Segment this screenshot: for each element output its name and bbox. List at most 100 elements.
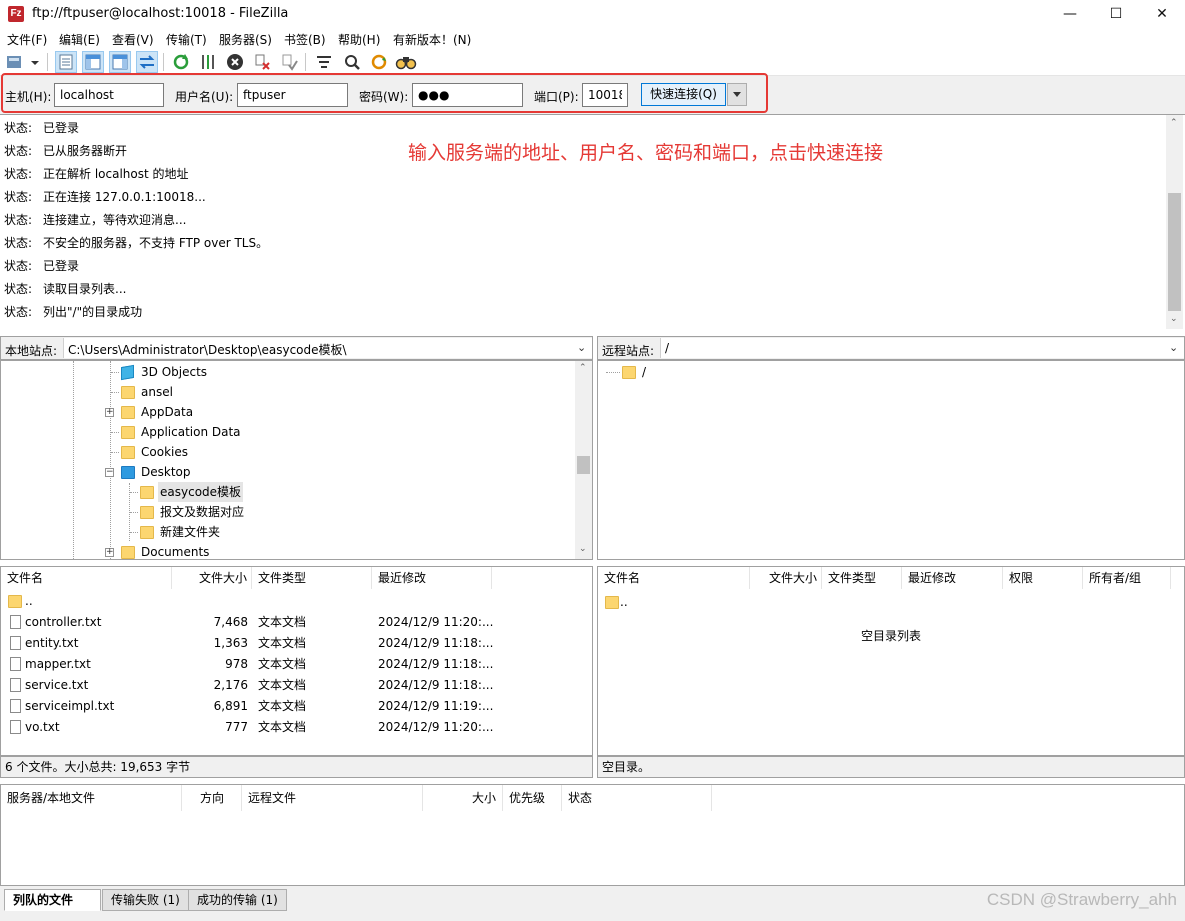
menu-transfer[interactable]: 传输(T) [166, 31, 207, 48]
filezilla-logo-icon: Fz [8, 6, 24, 22]
process-queue-icon[interactable] [197, 51, 219, 73]
text-file-icon [10, 678, 21, 692]
text-file-icon [10, 636, 21, 650]
remote-column-size[interactable]: 文件大小 [750, 567, 822, 589]
tree-node-3d-objects[interactable]: 3D Objects [111, 362, 311, 382]
local-file-row[interactable]: entity.txt 1,363 文本文档 2024/12/9 11:18:... [1, 633, 592, 654]
folder-icon [140, 526, 154, 539]
refresh-icon[interactable] [170, 51, 192, 73]
toggle-remote-tree-icon[interactable] [109, 51, 131, 73]
queue-column-server-local[interactable]: 服务器/本地文件 [1, 785, 182, 811]
tree-node-ansel[interactable]: ansel [111, 382, 311, 402]
local-tree-scrollbar[interactable]: ⌃ ⌄ [575, 361, 592, 559]
log-line: 状态: 已从服务器断开 [4, 142, 127, 159]
remote-column-modified[interactable]: 最近修改 [902, 567, 1003, 589]
log-scrollbar-thumb[interactable] [1168, 193, 1181, 311]
close-icon[interactable]: ✕ [1139, 0, 1185, 28]
log-line-message: 正在解析 localhost 的地址 [43, 167, 189, 181]
file-type: 文本文档 [258, 720, 307, 734]
local-column-modified[interactable]: 最近修改 [372, 567, 492, 589]
remote-path-input[interactable]: / [660, 338, 1184, 358]
menu-help[interactable]: 帮助(H) [338, 31, 380, 48]
folder-icon [121, 546, 135, 559]
directory-filter-icon[interactable] [313, 51, 335, 73]
log-line: 状态: 连接建立，等待欢迎消息... [4, 211, 186, 228]
local-parent-row[interactable]: .. [1, 591, 592, 612]
chevron-down-icon[interactable]: ⌄ [1169, 341, 1178, 354]
tree-node-appdata[interactable]: + AppData [105, 402, 305, 422]
file-modified: 2024/12/9 11:20:... [378, 615, 494, 629]
tree-node-cookies[interactable]: Cookies [111, 442, 311, 462]
chevron-down-icon[interactable]: ⌄ [577, 341, 586, 354]
local-file-row[interactable]: mapper.txt 978 文本文档 2024/12/9 11:18:... [1, 654, 592, 675]
toggle-queue-icon[interactable] [136, 51, 158, 73]
tab-successful-transfers[interactable]: 成功的传输 (1) [188, 889, 287, 911]
toggle-log-icon[interactable] [55, 51, 77, 73]
tree-node-new-folder[interactable]: 新建文件夹 [130, 522, 330, 542]
menu-file[interactable]: 文件(F) [7, 31, 47, 48]
log-line: 状态: 不安全的服务器，不支持 FTP over TLS。 [4, 234, 268, 251]
menu-edit[interactable]: 编辑(E) [59, 31, 100, 48]
collapse-minus-icon[interactable]: − [105, 468, 114, 477]
local-tree-scrollbar-thumb[interactable] [577, 456, 590, 474]
tree-node-application-data[interactable]: Application Data [111, 422, 311, 442]
queue-column-status[interactable]: 状态 [562, 785, 712, 811]
sync-browsing-icon[interactable] [368, 51, 390, 73]
menu-server[interactable]: 服务器(S) [219, 31, 272, 48]
folder-icon [121, 386, 135, 399]
menu-bookmarks[interactable]: 书签(B) [284, 31, 326, 48]
cancel-operation-icon[interactable] [224, 51, 246, 73]
tree-node-label: Cookies [141, 445, 188, 459]
scroll-up-icon[interactable]: ⌃ [1170, 118, 1178, 128]
minimize-icon[interactable]: — [1047, 0, 1093, 28]
scroll-down-icon[interactable]: ⌄ [579, 544, 587, 554]
queue-column-remote-file[interactable]: 远程文件 [242, 785, 423, 811]
tree-node-label: Application Data [141, 425, 241, 439]
queue-column-direction[interactable]: 方向 [182, 785, 242, 811]
remote-column-owner[interactable]: 所有者/组 [1083, 567, 1171, 589]
remote-column-permissions[interactable]: 权限 [1003, 567, 1083, 589]
file-modified: 2024/12/9 11:19:... [378, 699, 494, 713]
local-file-row[interactable]: serviceimpl.txt 6,891 文本文档 2024/12/9 11:19:… [1, 696, 592, 717]
disconnect-icon[interactable] [251, 51, 273, 73]
watermark: CSDN @Strawberry_ahh [986, 890, 1177, 909]
tab-queued-files[interactable]: 列队的文件 [4, 889, 101, 911]
log-line-message: 读取目录列表... [43, 282, 127, 296]
local-file-row[interactable]: service.txt 2,176 文本文档 2024/12/9 11:18:... [1, 675, 592, 696]
tree-node-label: Desktop [141, 465, 191, 479]
menu-new-version[interactable]: 有新版本！(N) [393, 31, 471, 48]
local-column-size[interactable]: 文件大小 [172, 567, 252, 589]
window-title: ftp://ftpuser@localhost:10018 - FileZill… [32, 6, 289, 21]
remote-site-bar: 远程站点: / ⌄ [597, 336, 1185, 360]
queue-column-priority[interactable]: 优先级 [503, 785, 562, 811]
file-name: controller.txt [25, 615, 102, 629]
menu-view[interactable]: 查看(V) [112, 31, 154, 48]
tree-node-remote-root[interactable]: / [606, 362, 806, 382]
log-scrollbar[interactable]: ⌃ ⌄ [1166, 115, 1183, 329]
log-line: 状态: 正在解析 localhost 的地址 [4, 165, 189, 182]
tree-node-desktop[interactable]: − Desktop [105, 462, 305, 482]
tree-node-documents[interactable]: + Documents [105, 542, 305, 559]
expand-plus-icon[interactable]: + [105, 548, 114, 557]
scroll-up-icon[interactable]: ⌃ [579, 363, 587, 373]
expand-plus-icon[interactable]: + [105, 408, 114, 417]
local-file-row[interactable]: vo.txt 777 文本文档 2024/12/9 11:20:... [1, 717, 592, 738]
local-path-input[interactable]: C:\Users\Administrator\Desktop\easycode模… [63, 338, 592, 358]
search-icon[interactable] [341, 51, 363, 73]
scroll-down-icon[interactable]: ⌄ [1170, 314, 1178, 324]
local-file-row[interactable]: controller.txt 7,468 文本文档 2024/12/9 11:20:.… [1, 612, 592, 633]
reconnect-icon[interactable] [278, 51, 300, 73]
tree-node-baowen[interactable]: 报文及数据对应 [130, 502, 330, 522]
queue-column-size[interactable]: 大小 [423, 785, 503, 811]
toggle-local-tree-icon[interactable] [82, 51, 104, 73]
tree-node-easycode[interactable]: easycode模板 [130, 482, 330, 502]
file-modified: 2024/12/9 11:20:... [378, 720, 494, 734]
remote-parent-row[interactable]: .. [598, 592, 1184, 613]
site-manager-icon[interactable] [4, 51, 42, 73]
remote-column-type[interactable]: 文件类型 [822, 567, 902, 589]
maximize-icon[interactable]: ☐ [1093, 0, 1139, 28]
file-name: vo.txt [25, 720, 60, 734]
local-column-type[interactable]: 文件类型 [252, 567, 372, 589]
tab-failed-transfers[interactable]: 传输失败 (1) [102, 889, 189, 911]
compare-directories-icon[interactable] [395, 51, 417, 73]
